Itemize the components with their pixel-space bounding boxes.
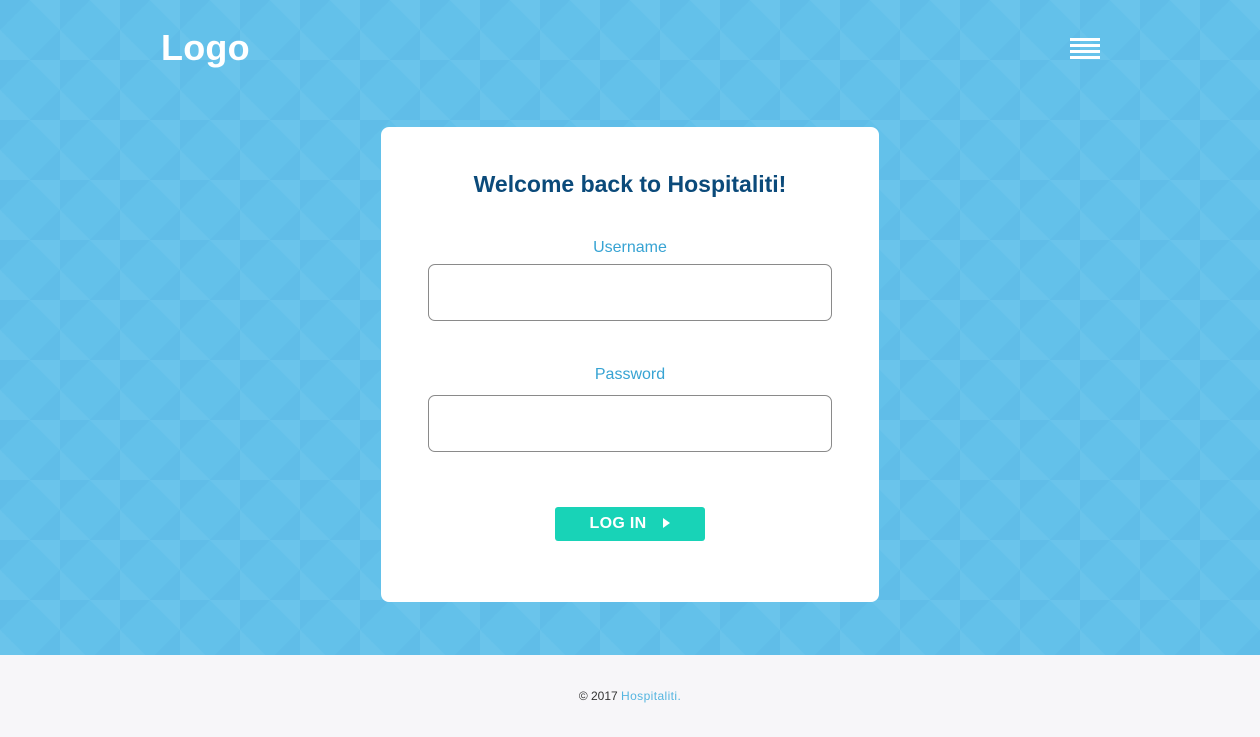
menu-button[interactable] — [1066, 36, 1104, 64]
footer-copyright: © 2017 Hospitaliti. — [0, 688, 1260, 704]
footer: © 2017 Hospitaliti. — [0, 655, 1260, 737]
username-input[interactable] — [428, 264, 832, 321]
footer-brand-link[interactable]: Hospitaliti. — [621, 689, 681, 703]
hero-section: Logo Welcome back to Hospitaliti! Userna… — [0, 0, 1260, 655]
password-input[interactable] — [428, 395, 832, 452]
login-button[interactable]: LOG IN — [555, 507, 705, 541]
username-label: Username — [593, 239, 667, 256]
password-label: Password — [594, 366, 666, 383]
copyright-text: © 2017 — [578, 689, 618, 703]
logo[interactable]: Logo — [161, 26, 250, 70]
hamburger-menu-icon — [1070, 38, 1100, 59]
login-button-label: LOG IN — [589, 515, 647, 532]
play-triangle-icon — [663, 518, 671, 528]
login-title: Welcome back to Hospitaliti! — [473, 171, 787, 197]
login-card: Welcome back to Hospitaliti! Username Pa… — [381, 127, 879, 602]
